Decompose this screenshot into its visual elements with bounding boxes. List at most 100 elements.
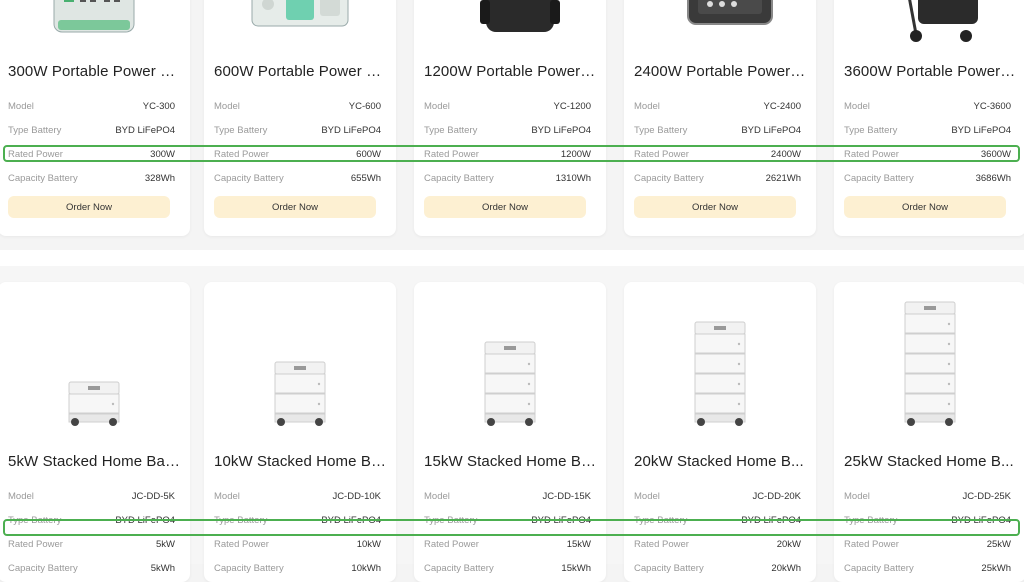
spec-type-battery: Type Battery BYD LiFePO4 bbox=[8, 123, 175, 137]
product-title[interactable]: 600W Portable Power S... bbox=[214, 63, 386, 80]
wheel bbox=[907, 418, 915, 426]
portable-station-image bbox=[0, 0, 190, 46]
product-card[interactable]: 20kW Stacked Home B... Model JC-DD-20K T… bbox=[624, 282, 816, 582]
spec-type-battery: Type Battery BYD LiFePO4 bbox=[214, 513, 381, 527]
spec-label: Type Battery bbox=[844, 514, 898, 526]
spec-label: Capacity Battery bbox=[844, 562, 914, 574]
spec-value: BYD LiFePO4 bbox=[741, 124, 801, 136]
spec-capacity-battery: Capacity Battery 5kWh bbox=[8, 561, 175, 575]
spec-value: BYD LiFePO4 bbox=[115, 124, 175, 136]
spec-type-battery: Type Battery BYD LiFePO4 bbox=[424, 513, 591, 527]
spec-capacity-battery: Capacity Battery 655Wh bbox=[214, 171, 381, 185]
product-title[interactable]: 1200W Portable Power ... bbox=[424, 63, 596, 80]
spec-value: 2400W bbox=[770, 148, 801, 160]
spec-rated-power: Rated Power 5kW bbox=[8, 537, 175, 551]
module-indicator bbox=[317, 402, 321, 406]
product-title[interactable]: 300W Portable Power S... bbox=[8, 63, 180, 80]
spec-label: Type Battery bbox=[424, 124, 478, 136]
spec-label: Capacity Battery bbox=[634, 172, 704, 184]
module-indicator bbox=[947, 362, 951, 366]
spec-value: BYD LiFePO4 bbox=[531, 124, 591, 136]
spec-value: 20kWh bbox=[771, 562, 801, 574]
spec-label: Capacity Battery bbox=[844, 172, 914, 184]
battery-display bbox=[714, 326, 726, 330]
spec-value: YC-300 bbox=[142, 100, 175, 112]
order-now-button[interactable]: Order Now bbox=[214, 196, 376, 218]
product-title[interactable]: 25kW Stacked Home B... bbox=[844, 453, 1016, 470]
module-indicator bbox=[737, 402, 741, 406]
battery-module bbox=[904, 373, 956, 394]
stacked-battery-image bbox=[0, 282, 190, 434]
module-indicator bbox=[737, 382, 741, 386]
spec-label: Type Battery bbox=[214, 514, 268, 526]
spec-value: JC-DD-15K bbox=[542, 490, 591, 502]
product-title[interactable]: 3600W Portable Power ... bbox=[844, 63, 1016, 80]
spec-value: YC-600 bbox=[348, 100, 381, 112]
spec-model: Model JC-DD-20K bbox=[634, 489, 801, 503]
battery-module bbox=[904, 353, 956, 374]
spec-label: Model bbox=[8, 490, 34, 502]
spec-label: Rated Power bbox=[424, 148, 479, 160]
portable-power-section: 300W Portable Power S... Model YC-300 Ty… bbox=[0, 0, 1024, 250]
battery-module bbox=[904, 393, 956, 414]
spec-type-battery: Type Battery BYD LiFePO4 bbox=[844, 123, 1011, 137]
spec-label: Type Battery bbox=[8, 124, 62, 136]
module-indicator bbox=[947, 382, 951, 386]
battery-module bbox=[274, 373, 326, 394]
spec-label: Model bbox=[8, 100, 34, 112]
wheel bbox=[945, 418, 953, 426]
stacked-battery-image bbox=[834, 282, 1024, 434]
spec-type-battery: Type Battery BYD LiFePO4 bbox=[214, 123, 381, 137]
product-title[interactable]: 15kW Stacked Home Ba... bbox=[424, 453, 596, 470]
spec-value: BYD LiFePO4 bbox=[951, 124, 1011, 136]
spec-rated-power: Rated Power 2400W bbox=[634, 147, 801, 161]
spec-value: JC-DD-25K bbox=[962, 490, 1011, 502]
product-card[interactable]: 1200W Portable Power ... Model YC-1200 T… bbox=[414, 0, 606, 236]
spec-label: Model bbox=[214, 490, 240, 502]
spec-label: Rated Power bbox=[214, 148, 269, 160]
order-now-button[interactable]: Order Now bbox=[634, 196, 796, 218]
battery-module bbox=[694, 393, 746, 414]
order-now-button[interactable]: Order Now bbox=[424, 196, 586, 218]
spec-label: Type Battery bbox=[8, 514, 62, 526]
product-title[interactable]: 2400W Portable Power ... bbox=[634, 63, 806, 80]
spec-label: Rated Power bbox=[424, 538, 479, 550]
spec-label: Model bbox=[424, 100, 450, 112]
spec-value: 25kWh bbox=[981, 562, 1011, 574]
spec-value: 1310Wh bbox=[555, 172, 591, 184]
spec-value: YC-1200 bbox=[553, 100, 592, 112]
product-card[interactable]: 15kW Stacked Home Ba... Model JC-DD-15K … bbox=[414, 282, 606, 582]
spec-value: BYD LiFePO4 bbox=[321, 514, 381, 526]
module-indicator bbox=[527, 362, 531, 366]
battery-display bbox=[924, 306, 936, 310]
product-card[interactable]: 10kW Stacked Home Ba... Model JC-DD-10K … bbox=[204, 282, 396, 582]
spec-value: 5kW bbox=[156, 538, 175, 550]
battery-module bbox=[694, 333, 746, 354]
spec-capacity-battery: Capacity Battery 1310Wh bbox=[424, 171, 591, 185]
product-card[interactable]: 5kW Stacked Home Bat... Model JC-DD-5K T… bbox=[0, 282, 190, 582]
spec-model: Model YC-1200 bbox=[424, 99, 591, 113]
module-indicator bbox=[317, 382, 321, 386]
spec-label: Capacity Battery bbox=[634, 562, 704, 574]
wheel bbox=[277, 418, 285, 426]
spec-value: 5kWh bbox=[150, 562, 175, 574]
battery-module bbox=[904, 313, 956, 334]
spec-label: Model bbox=[844, 100, 870, 112]
spec-value: 20kW bbox=[776, 538, 801, 550]
product-title[interactable]: 10kW Stacked Home Ba... bbox=[214, 453, 386, 470]
product-card[interactable]: 300W Portable Power S... Model YC-300 Ty… bbox=[0, 0, 190, 236]
wheel bbox=[109, 418, 117, 426]
spec-rated-power: Rated Power 25kW bbox=[844, 537, 1011, 551]
spec-label: Type Battery bbox=[844, 124, 898, 136]
product-title[interactable]: 5kW Stacked Home Bat... bbox=[8, 453, 180, 470]
spec-value: 600W bbox=[356, 148, 381, 160]
battery-module bbox=[484, 373, 536, 394]
product-card[interactable]: 2400W Portable Power ... Model YC-2400 T… bbox=[624, 0, 816, 236]
product-card[interactable]: 25kW Stacked Home B... Model JC-DD-25K T… bbox=[834, 282, 1024, 582]
spec-capacity-battery: Capacity Battery 2621Wh bbox=[634, 171, 801, 185]
order-now-button[interactable]: Order Now bbox=[844, 196, 1006, 218]
product-card[interactable]: 3600W Portable Power ... Model YC-3600 T… bbox=[834, 0, 1024, 236]
product-title[interactable]: 20kW Stacked Home B... bbox=[634, 453, 806, 470]
product-card[interactable]: 600W Portable Power S... Model YC-600 Ty… bbox=[204, 0, 396, 236]
order-now-button[interactable]: Order Now bbox=[8, 196, 170, 218]
